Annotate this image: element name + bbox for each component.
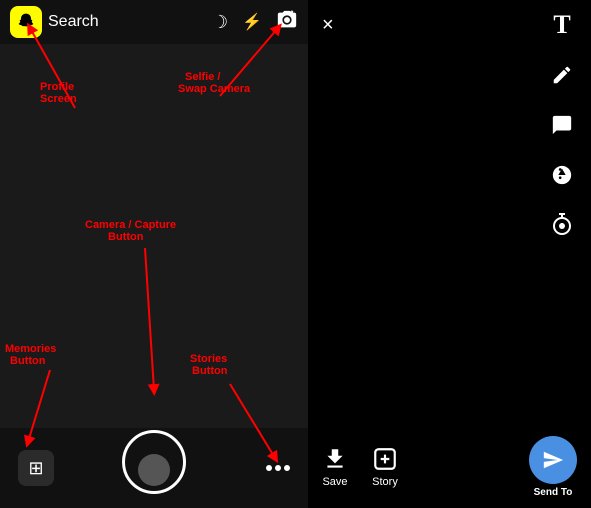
sticker-tool[interactable] xyxy=(547,110,577,140)
memories-icon: ⊞ xyxy=(28,458,43,479)
dot1 xyxy=(266,465,272,471)
save-button[interactable]: Save xyxy=(322,446,348,488)
pencil-tool[interactable] xyxy=(547,60,577,90)
memories-button[interactable]: ⊞ xyxy=(18,450,54,486)
close-button[interactable]: × xyxy=(322,14,334,37)
save-icon xyxy=(322,446,348,472)
search-text: Search xyxy=(48,13,99,31)
timer-tool[interactable] xyxy=(547,210,577,240)
dot2 xyxy=(275,465,281,471)
save-label: Save xyxy=(322,476,347,488)
story-icon xyxy=(372,446,398,472)
send-to-wrap: Send To xyxy=(529,436,577,498)
search-bar[interactable]: Search xyxy=(48,13,212,31)
send-to-label: Send To xyxy=(534,487,573,498)
camera-flip-icon[interactable] xyxy=(276,9,298,36)
moon-icon[interactable]: ☽ xyxy=(212,12,228,33)
left-panel: Search ☽ ⚡ ⊞ xyxy=(0,0,308,508)
top-icons: ☽ ⚡ xyxy=(212,9,298,36)
text-tool[interactable]: T xyxy=(547,10,577,40)
right-tools: T xyxy=(547,10,577,240)
bottom-bar: ⊞ xyxy=(0,428,308,508)
right-bottom: Save Story Send To xyxy=(308,426,591,508)
send-icon xyxy=(542,449,564,471)
story-label: Story xyxy=(372,476,398,488)
right-panel: × T xyxy=(308,0,591,508)
flash-icon[interactable]: ⚡ xyxy=(242,12,262,32)
camera-viewfinder xyxy=(0,44,308,428)
story-button[interactable]: Story xyxy=(372,446,398,488)
scissors-tool[interactable] xyxy=(547,160,577,190)
stories-button[interactable] xyxy=(266,465,290,471)
top-bar: Search ☽ ⚡ xyxy=(0,0,308,44)
snapchat-logo[interactable] xyxy=(10,6,42,38)
save-section: Save Story xyxy=(322,446,398,488)
dot3 xyxy=(284,465,290,471)
send-to-button[interactable] xyxy=(529,436,577,484)
